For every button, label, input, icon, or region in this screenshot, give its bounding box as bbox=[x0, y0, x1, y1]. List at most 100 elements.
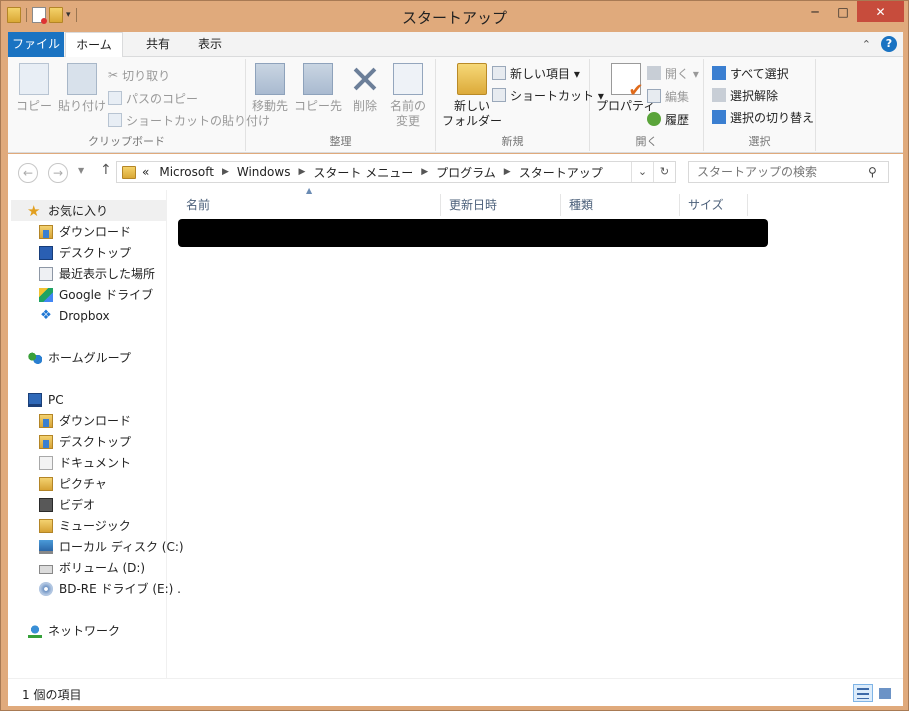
desktop-folder-icon bbox=[39, 434, 53, 449]
address-dropdown-icon[interactable]: ⌄ bbox=[631, 162, 653, 182]
paste-label: 貼り付け bbox=[58, 99, 107, 113]
copy-to-button[interactable]: コピー先 bbox=[294, 63, 342, 114]
maximize-button[interactable]: □ bbox=[829, 1, 857, 22]
nav-homegroup[interactable]: ホームグループ bbox=[8, 347, 131, 368]
breadcrumb-windows[interactable]: Windows bbox=[237, 165, 291, 179]
breadcrumb-microsoft[interactable]: Microsoft bbox=[159, 165, 214, 179]
tab-file[interactable]: ファイル bbox=[8, 32, 64, 57]
downloads-icon bbox=[39, 413, 53, 428]
cut-label: 切り取り bbox=[122, 68, 171, 83]
large-icons-view-icon bbox=[879, 688, 891, 699]
nav-fav-google-drive[interactable]: Google ドライブ bbox=[8, 284, 153, 305]
tab-view[interactable]: 表示 bbox=[186, 32, 234, 57]
copy-path-button[interactable]: パスのコピー bbox=[108, 88, 198, 108]
network-icon bbox=[28, 623, 42, 638]
music-icon bbox=[39, 518, 53, 533]
copy-button[interactable]: コピー bbox=[16, 63, 52, 114]
breadcrumb-chevron-icon[interactable]: ▶ bbox=[421, 167, 428, 177]
back-button[interactable]: ← bbox=[18, 163, 38, 183]
new-group-label: 新規 bbox=[501, 135, 524, 148]
new-item-button[interactable]: 新しい項目 ▾ bbox=[492, 63, 580, 83]
breadcrumb-chevron-icon[interactable]: ▶ bbox=[298, 167, 305, 177]
help-icon[interactable]: ? bbox=[881, 36, 897, 52]
shortcut-icon bbox=[492, 88, 506, 102]
nav-pc-bd-re-e[interactable]: BD-RE ドライブ (E:) . bbox=[8, 578, 181, 599]
nav-item-label: 最近表示した場所 bbox=[59, 267, 156, 281]
nav-favorites[interactable]: ★ お気に入り bbox=[11, 200, 166, 221]
edit-button[interactable]: 編集 bbox=[647, 86, 689, 106]
nav-fav-dropbox[interactable]: ❖ Dropbox bbox=[8, 305, 109, 326]
refresh-icon[interactable]: ↻ bbox=[653, 162, 675, 182]
tab-home[interactable]: ホーム bbox=[65, 32, 123, 58]
close-button[interactable]: ✕ bbox=[857, 1, 904, 22]
search-input[interactable] bbox=[689, 163, 864, 181]
ribbon-tabs: ファイル ホーム 共有 表示 ⌃ ? bbox=[8, 32, 903, 58]
rename-icon bbox=[393, 63, 423, 95]
breadcrumb-chevron-icon[interactable]: ▶ bbox=[504, 167, 511, 177]
nav-pc-pictures[interactable]: ピクチャ bbox=[8, 473, 107, 494]
nav-fav-recent[interactable]: 最近表示した場所 bbox=[8, 263, 155, 284]
nav-fav-downloads[interactable]: ダウンロード bbox=[8, 221, 131, 242]
paste-button[interactable]: 貼り付け bbox=[58, 63, 106, 114]
breadcrumb-programs[interactable]: プログラム bbox=[436, 164, 496, 181]
nav-item-label: PC bbox=[48, 392, 64, 407]
nav-pc-local-disk-c[interactable]: ローカル ディスク (C:) bbox=[8, 536, 184, 557]
move-to-button[interactable]: 移動先 bbox=[252, 63, 288, 114]
column-header-size[interactable]: サイズ bbox=[680, 194, 748, 216]
nav-pc-volume-d[interactable]: ボリューム (D:) bbox=[8, 557, 145, 578]
nav-pc-music[interactable]: ミュージック bbox=[8, 515, 131, 536]
nav-pc-desktop[interactable]: デスクトップ bbox=[8, 431, 131, 452]
homegroup-icon bbox=[28, 350, 42, 365]
breadcrumb-start-menu[interactable]: スタート メニュー bbox=[313, 164, 413, 181]
nav-network[interactable]: ネットワーク bbox=[8, 620, 120, 641]
cut-button[interactable]: ✂ 切り取り bbox=[108, 65, 170, 85]
paste-icon bbox=[67, 63, 97, 95]
column-header-type[interactable]: 種類 bbox=[561, 194, 680, 216]
address-bar[interactable]: « Microsoft ▶ Windows ▶ スタート メニュー ▶ プログラ… bbox=[116, 161, 676, 183]
copy-to-icon bbox=[303, 63, 333, 95]
up-button[interactable]: ↑ bbox=[100, 162, 112, 178]
breadcrumb-startup[interactable]: スタートアップ bbox=[519, 164, 603, 181]
nav-pc-downloads[interactable]: ダウンロード bbox=[8, 410, 131, 431]
nav-item-label: Google ドライブ bbox=[59, 288, 154, 302]
nav-item-label: ミュージック bbox=[59, 519, 131, 533]
shortcut-button[interactable]: ショートカット ▾ bbox=[492, 85, 604, 105]
history-label: 履歴 bbox=[665, 112, 690, 127]
clipboard-group: コピー 貼り付け ✂ 切り取り パスのコピー ショートカットの貼り付け クリップ… bbox=[8, 59, 270, 151]
history-button[interactable]: 履歴 bbox=[647, 109, 689, 129]
nav-pc-documents[interactable]: ドキュメント bbox=[8, 452, 131, 473]
rename-label-1: 名前の bbox=[390, 99, 427, 113]
search-box: ⚲ bbox=[688, 161, 889, 183]
status-bar: 1 個の項目 bbox=[8, 678, 903, 706]
select-none-button[interactable]: 選択解除 bbox=[712, 85, 778, 105]
forward-button[interactable]: → bbox=[48, 163, 68, 183]
nav-item-label: デスクトップ bbox=[59, 246, 132, 260]
details-view-button[interactable] bbox=[853, 684, 873, 702]
rename-button[interactable]: 名前の 変更 bbox=[390, 63, 426, 129]
breadcrumb-chevron-icon[interactable]: ▶ bbox=[222, 167, 229, 177]
column-header-modified[interactable]: 更新日時 bbox=[441, 194, 561, 216]
delete-button[interactable]: 削除 bbox=[350, 63, 380, 114]
redacted-file-row[interactable] bbox=[178, 219, 768, 247]
nav-item-label: ホームグループ bbox=[48, 351, 131, 365]
recent-locations-icon[interactable]: ▼ bbox=[78, 166, 84, 175]
file-list: ▲ 名前 更新日時 種類 サイズ bbox=[168, 186, 903, 678]
history-icon bbox=[647, 112, 661, 126]
nav-fav-desktop[interactable]: デスクトップ bbox=[8, 242, 131, 263]
open-button[interactable]: 開く ▾ bbox=[647, 63, 699, 83]
search-icon[interactable]: ⚲ bbox=[868, 165, 877, 179]
ribbon-collapse-icon[interactable]: ⌃ bbox=[862, 38, 871, 51]
minimize-button[interactable]: ─ bbox=[801, 1, 829, 22]
tab-share[interactable]: 共有 bbox=[134, 32, 182, 57]
breadcrumb-overflow[interactable]: « bbox=[142, 165, 149, 179]
nav-item-label: BD-RE ドライブ (E:) . bbox=[59, 582, 181, 596]
nav-item-label: ダウンロード bbox=[59, 414, 132, 428]
nav-pc[interactable]: PC bbox=[8, 389, 64, 410]
select-all-button[interactable]: すべて選択 bbox=[712, 63, 789, 83]
large-icons-view-button[interactable] bbox=[875, 684, 895, 702]
column-header-name[interactable]: 名前 bbox=[178, 194, 441, 216]
new-item-label: 新しい項目 ▾ bbox=[510, 66, 580, 81]
invert-selection-button[interactable]: 選択の切り替え bbox=[712, 107, 814, 127]
dropbox-icon: ❖ bbox=[40, 307, 52, 323]
nav-pc-videos[interactable]: ビデオ bbox=[8, 494, 95, 515]
